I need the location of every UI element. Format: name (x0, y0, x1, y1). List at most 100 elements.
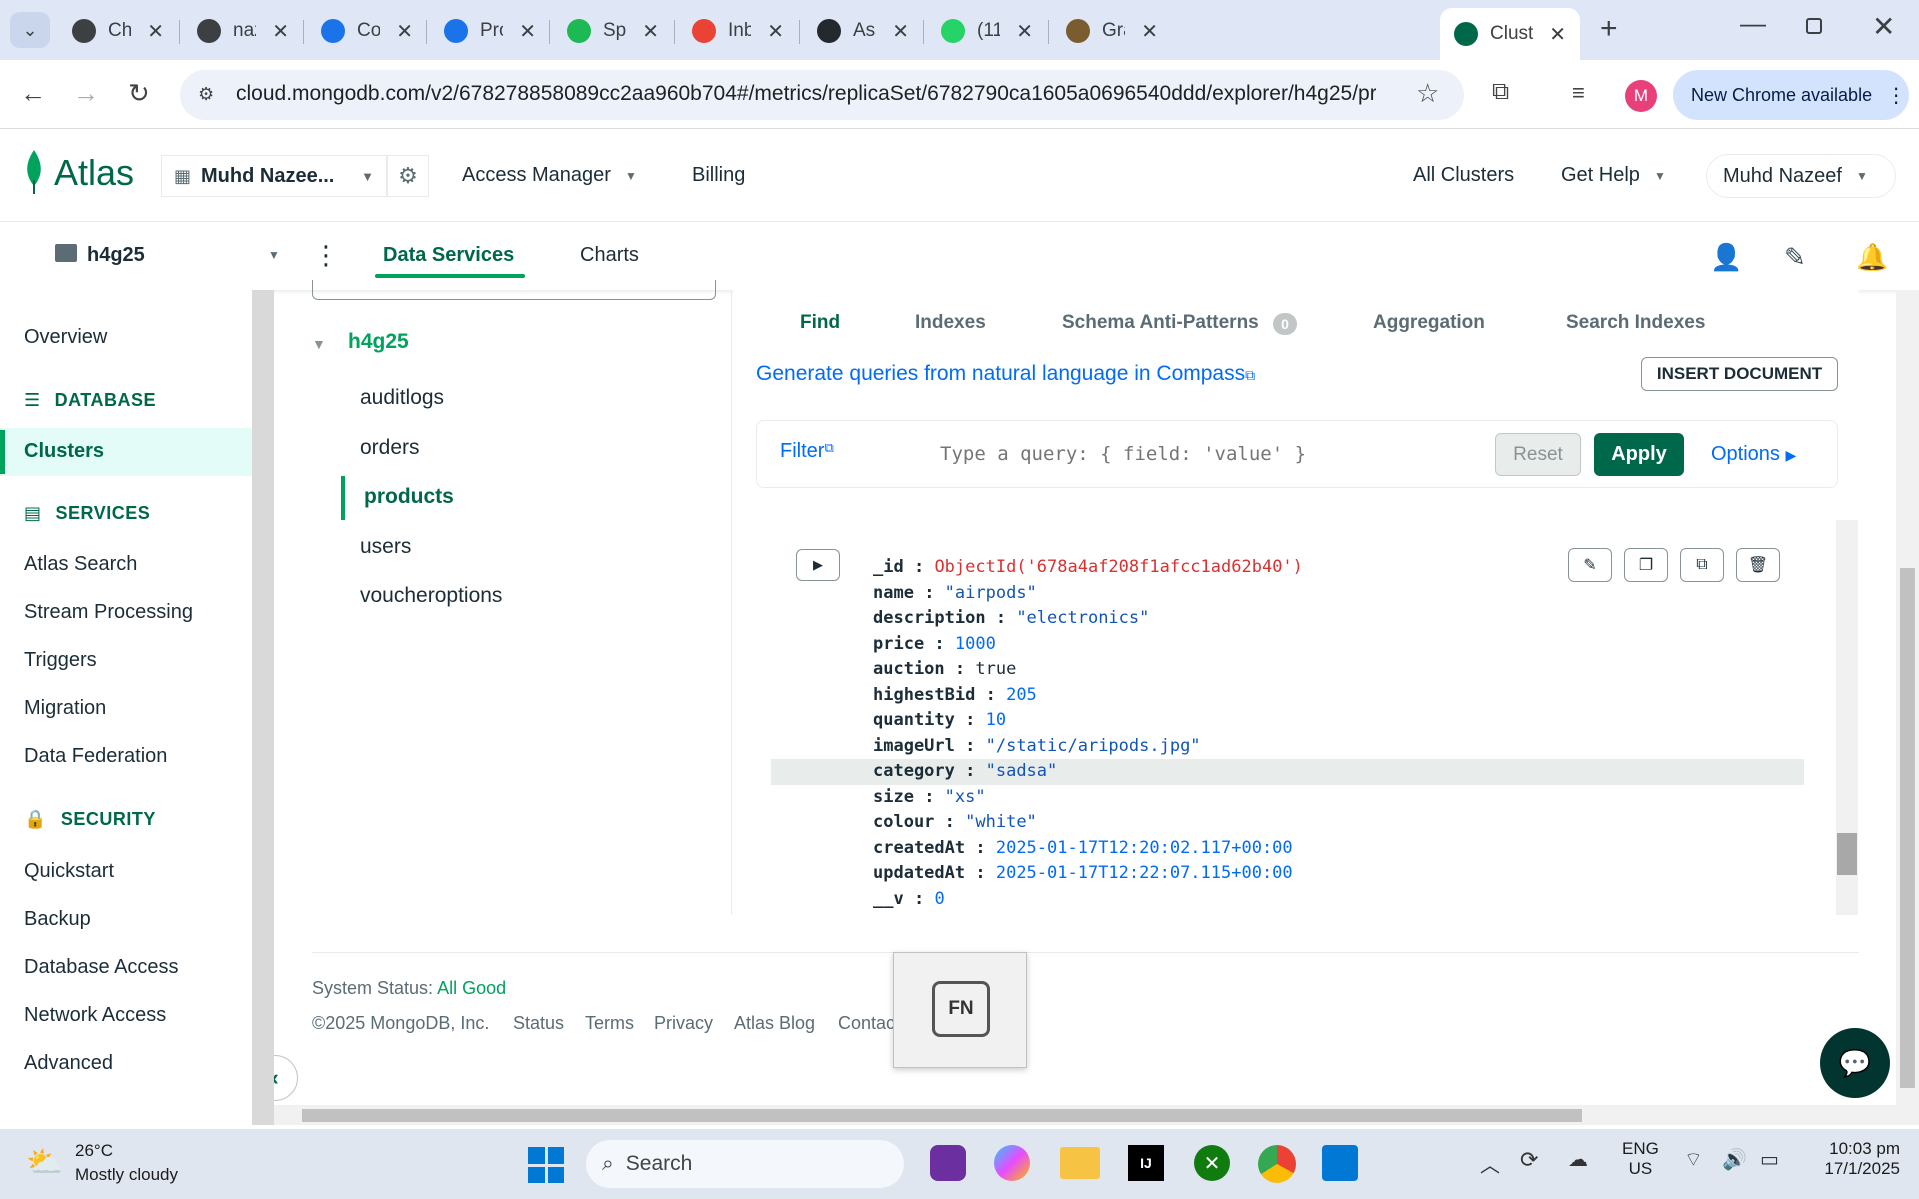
minimize-button[interactable]: — (1740, 8, 1766, 39)
invite-user-icon[interactable]: 👤 (1710, 242, 1742, 273)
vscode-icon[interactable] (1322, 1145, 1358, 1181)
collection-item[interactable]: orders (360, 436, 420, 460)
clone-document-icon[interactable]: ⧉ (1680, 548, 1724, 582)
copilot-icon[interactable] (994, 1145, 1030, 1181)
sidebar-item-overview[interactable]: Overview (24, 326, 107, 349)
project-name[interactable]: h4g25 (87, 244, 145, 267)
footer-link[interactable]: Atlas Blog (734, 1013, 815, 1034)
copy-document-icon[interactable]: ❐ (1624, 548, 1668, 582)
site-info-icon[interactable]: ⚙ (198, 84, 222, 106)
apply-button[interactable]: Apply (1594, 433, 1684, 476)
sidebar-item-service[interactable]: Data Federation (24, 745, 167, 768)
wifi-icon[interactable]: ⌔ (1684, 1147, 1703, 1172)
delete-document-icon[interactable]: 🗑 (1736, 548, 1780, 582)
sidebar-item-security[interactable]: Backup (24, 908, 91, 931)
notifications-bell-icon[interactable]: 🔔 (1856, 242, 1888, 273)
address-bar[interactable]: ⚙ cloud.mongodb.com/v2/678278858089cc2aa… (180, 70, 1464, 120)
tab-data-services[interactable]: Data Services (383, 244, 514, 267)
atlas-logo[interactable]: Atlas (54, 152, 134, 194)
bookmark-star-icon[interactable]: ☆ (1416, 78, 1439, 109)
intellij-icon[interactable]: IJ (1128, 1145, 1164, 1181)
access-manager-menu[interactable]: Access Manager ▼ (462, 164, 637, 187)
collection-item[interactable]: auditlogs (360, 386, 444, 410)
sidebar-item-service[interactable]: Triggers (24, 649, 97, 672)
tab-charts[interactable]: Charts (580, 244, 639, 267)
browser-tab[interactable]: Grade ✕ (1052, 8, 1172, 54)
sidebar-item-clusters[interactable]: Clusters (24, 440, 104, 463)
sidebar-item-security[interactable]: Database Access (24, 956, 179, 979)
field-value[interactable]: 10 (986, 710, 1006, 730)
sidebar-item-service[interactable]: Stream Processing (24, 601, 193, 624)
project-caret-icon[interactable]: ▼ (268, 248, 280, 262)
field-value[interactable]: "/static/aripods.jpg" (986, 736, 1201, 756)
tab-indexes[interactable]: Indexes (915, 312, 986, 334)
field-value[interactable]: "sadsa" (986, 761, 1058, 781)
expand-document-button[interactable]: ▶ (796, 549, 840, 581)
footer-link[interactable]: Terms (585, 1013, 634, 1034)
reading-list-icon[interactable]: ≡ (1572, 80, 1585, 106)
field-value[interactable]: true (975, 659, 1016, 679)
taskbar-search[interactable]: ⌕ Search (586, 1140, 904, 1188)
tab-close-icon[interactable]: ✕ (767, 19, 784, 44)
tab-aggregation[interactable]: Aggregation (1373, 312, 1485, 334)
weather-condition[interactable]: Mostly cloudy (75, 1165, 178, 1185)
tab-close-icon[interactable]: ✕ (519, 19, 536, 44)
browser-tab[interactable]: Proble ✕ (430, 8, 550, 54)
field-value[interactable]: "white" (965, 812, 1037, 832)
sidebar-item-service[interactable]: Migration (24, 697, 106, 720)
page-scrollbar[interactable] (1896, 290, 1919, 1125)
field-value[interactable]: 205 (1006, 685, 1037, 705)
tab-close-icon[interactable]: ✕ (642, 19, 659, 44)
clock[interactable]: 10:03 pm 17/1/2025 (1800, 1139, 1900, 1179)
tab-close-icon[interactable]: ✕ (396, 19, 413, 44)
tab-close-icon[interactable]: ✕ (272, 19, 289, 44)
organization-selector[interactable]: ▦ Muhd Nazee... ▼ (161, 155, 387, 197)
collection-item[interactable]: products (364, 485, 454, 509)
close-window-button[interactable]: ✕ (1872, 10, 1895, 43)
scrollbar-thumb[interactable] (1837, 833, 1857, 875)
tab-find[interactable]: Find (800, 312, 840, 334)
field-value[interactable]: "xs" (945, 787, 986, 807)
xbox-icon[interactable]: ✕ (1194, 1145, 1230, 1181)
collection-item[interactable]: users (360, 535, 411, 559)
document-scrollbar[interactable] (1836, 520, 1858, 915)
tab-close-icon[interactable]: ✕ (1549, 22, 1566, 47)
get-help-menu[interactable]: Get Help ▼ (1561, 164, 1666, 187)
caret-down-icon[interactable]: ▼ (312, 336, 326, 352)
profile-avatar[interactable]: M (1625, 80, 1657, 112)
battery-icon[interactable]: ▭ (1760, 1147, 1779, 1172)
query-input[interactable] (940, 436, 1480, 472)
file-explorer-icon[interactable] (1060, 1147, 1100, 1179)
sidebar-item-security[interactable]: Network Access (24, 1004, 166, 1027)
field-value[interactable]: "airpods" (945, 583, 1037, 603)
horizontal-scrollbar-thumb[interactable] (302, 1109, 1582, 1122)
footer-link[interactable]: Privacy (654, 1013, 713, 1034)
chrome-update-button[interactable]: New Chrome available ⋮ (1673, 70, 1909, 120)
chat-support-icon[interactable]: 💬 (1820, 1028, 1890, 1098)
edit-document-icon[interactable]: ✎ (1568, 548, 1612, 582)
page-scrollbar-thumb[interactable] (1900, 568, 1915, 1088)
browser-tab[interactable]: Spotif ✕ (553, 8, 673, 54)
database-name[interactable]: h4g25 (348, 330, 409, 354)
browser-tab[interactable]: nazee ✕ (183, 8, 303, 54)
billing-link[interactable]: Billing (692, 164, 745, 187)
tab-schema-anti-patterns[interactable]: Schema Anti-Patterns (1062, 312, 1259, 334)
windows-start-icon[interactable] (528, 1147, 564, 1183)
browser-tab[interactable]: ChatG ✕ (58, 8, 178, 54)
sidebar-item-service[interactable]: Atlas Search (24, 553, 137, 576)
browser-tab[interactable]: Cluste ✕ (1440, 8, 1580, 60)
tab-search-button[interactable]: ⌄ (10, 12, 50, 48)
field-value[interactable]: 1000 (955, 634, 996, 654)
reset-button[interactable]: Reset (1495, 433, 1581, 476)
app-icon-1[interactable] (930, 1145, 966, 1181)
field-value[interactable]: 2025-01-17T12:20:02.117+00:00 (996, 838, 1293, 858)
new-tab-button[interactable]: + (1600, 12, 1618, 46)
reload-icon[interactable]: ↻ (128, 78, 150, 109)
back-icon[interactable]: ← (20, 78, 46, 109)
compass-link[interactable]: Generate queries from natural language i… (756, 362, 1255, 386)
field-value[interactable]: ObjectId('678a4af208f1afcc1ad62b40') (934, 557, 1302, 577)
tab-close-icon[interactable]: ✕ (1016, 19, 1033, 44)
extensions-icon[interactable]: ⧉ (1492, 78, 1509, 106)
chrome-icon[interactable] (1258, 1145, 1296, 1183)
project-more-icon[interactable]: ⋮ (313, 240, 339, 271)
